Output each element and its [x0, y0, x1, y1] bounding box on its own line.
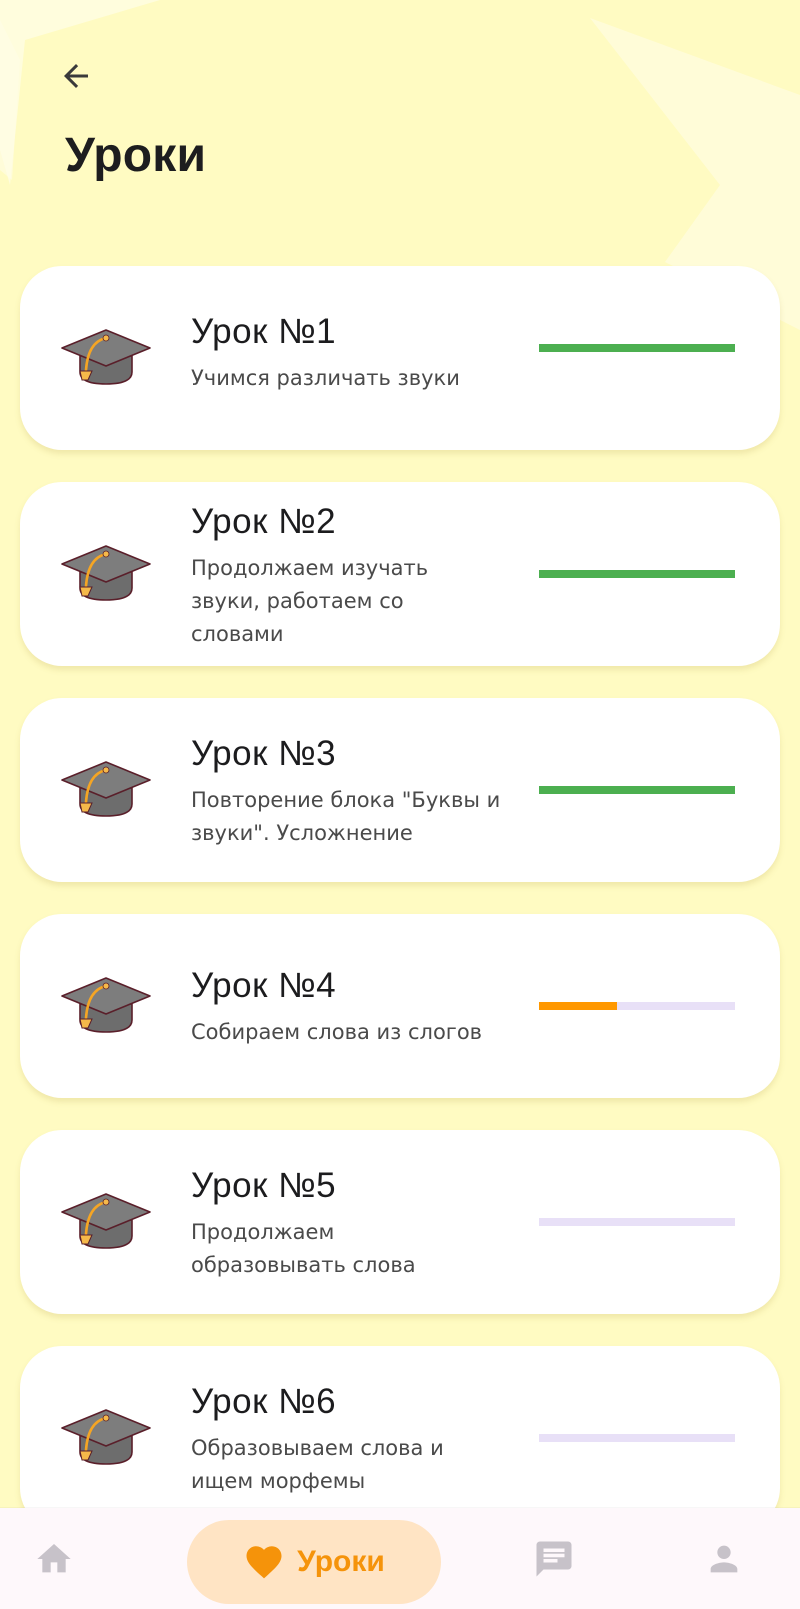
- lesson-list: Урок №1 Учимся различать звуки Урок №2 П…: [20, 266, 780, 1562]
- lesson-card[interactable]: Урок №2 Продолжаем изучать звуки, работа…: [20, 482, 780, 666]
- back-button[interactable]: [52, 52, 100, 100]
- nav-home[interactable]: [22, 1533, 86, 1585]
- heart-icon: [246, 1546, 282, 1579]
- profile-icon: [710, 1545, 738, 1573]
- lesson-card[interactable]: Урок №4 Собираем слова из слогов: [20, 914, 780, 1098]
- lesson-title: Урок №2: [191, 502, 337, 541]
- lesson-title: Урок №1: [191, 312, 337, 351]
- graduation-cap-icon: [61, 761, 151, 817]
- bottom-navigation: Уроки: [0, 1508, 800, 1609]
- progress-bar: [539, 1218, 735, 1226]
- nav-chat[interactable]: [519, 1533, 589, 1585]
- lesson-title: Урок №3: [191, 734, 337, 773]
- progress-bar: [539, 1002, 735, 1010]
- page-title: Уроки: [65, 129, 207, 182]
- graduation-cap-icon: [61, 329, 151, 385]
- progress-bar: [539, 786, 735, 794]
- lesson-card[interactable]: Урок №5 Продолжаем образовывать слова: [20, 1130, 780, 1314]
- nav-lessons-label: Уроки: [297, 1545, 385, 1578]
- graduation-cap-icon: [61, 1193, 151, 1249]
- home-icon: [37, 1544, 71, 1573]
- lesson-card[interactable]: Урок №1 Учимся различать звуки: [20, 266, 780, 450]
- lesson-description: Продолжаем изучать звуки, работаем со сл…: [191, 556, 429, 646]
- lesson-description: Повторение блока "Буквы и звуки". Усложн…: [191, 788, 501, 845]
- lesson-description: Образовываем слова и ищем морфемы: [191, 1436, 444, 1493]
- progress-bar: [539, 344, 735, 352]
- graduation-cap-icon: [61, 545, 151, 601]
- lesson-title: Урок №5: [191, 1166, 337, 1205]
- arrow-left-icon: [64, 64, 88, 88]
- lesson-description: Собираем слова из слогов: [191, 1020, 483, 1044]
- lesson-description: Учимся различать звуки: [191, 366, 460, 390]
- nav-lessons[interactable]: Уроки: [187, 1520, 441, 1604]
- graduation-cap-icon: [61, 1409, 151, 1465]
- progress-bar: [539, 1434, 735, 1442]
- lesson-title: Урок №6: [191, 1382, 337, 1421]
- lesson-card[interactable]: Урок №6 Образовываем слова и ищем морфем…: [20, 1346, 780, 1530]
- lesson-card[interactable]: Урок №3 Повторение блока "Буквы и звуки"…: [20, 698, 780, 882]
- lesson-title: Урок №4: [191, 966, 337, 1005]
- lesson-description: Продолжаем образовывать слова: [191, 1220, 416, 1277]
- progress-bar: [539, 570, 735, 578]
- chat-icon: [536, 1541, 572, 1577]
- graduation-cap-icon: [61, 977, 151, 1033]
- nav-profile[interactable]: [692, 1533, 756, 1585]
